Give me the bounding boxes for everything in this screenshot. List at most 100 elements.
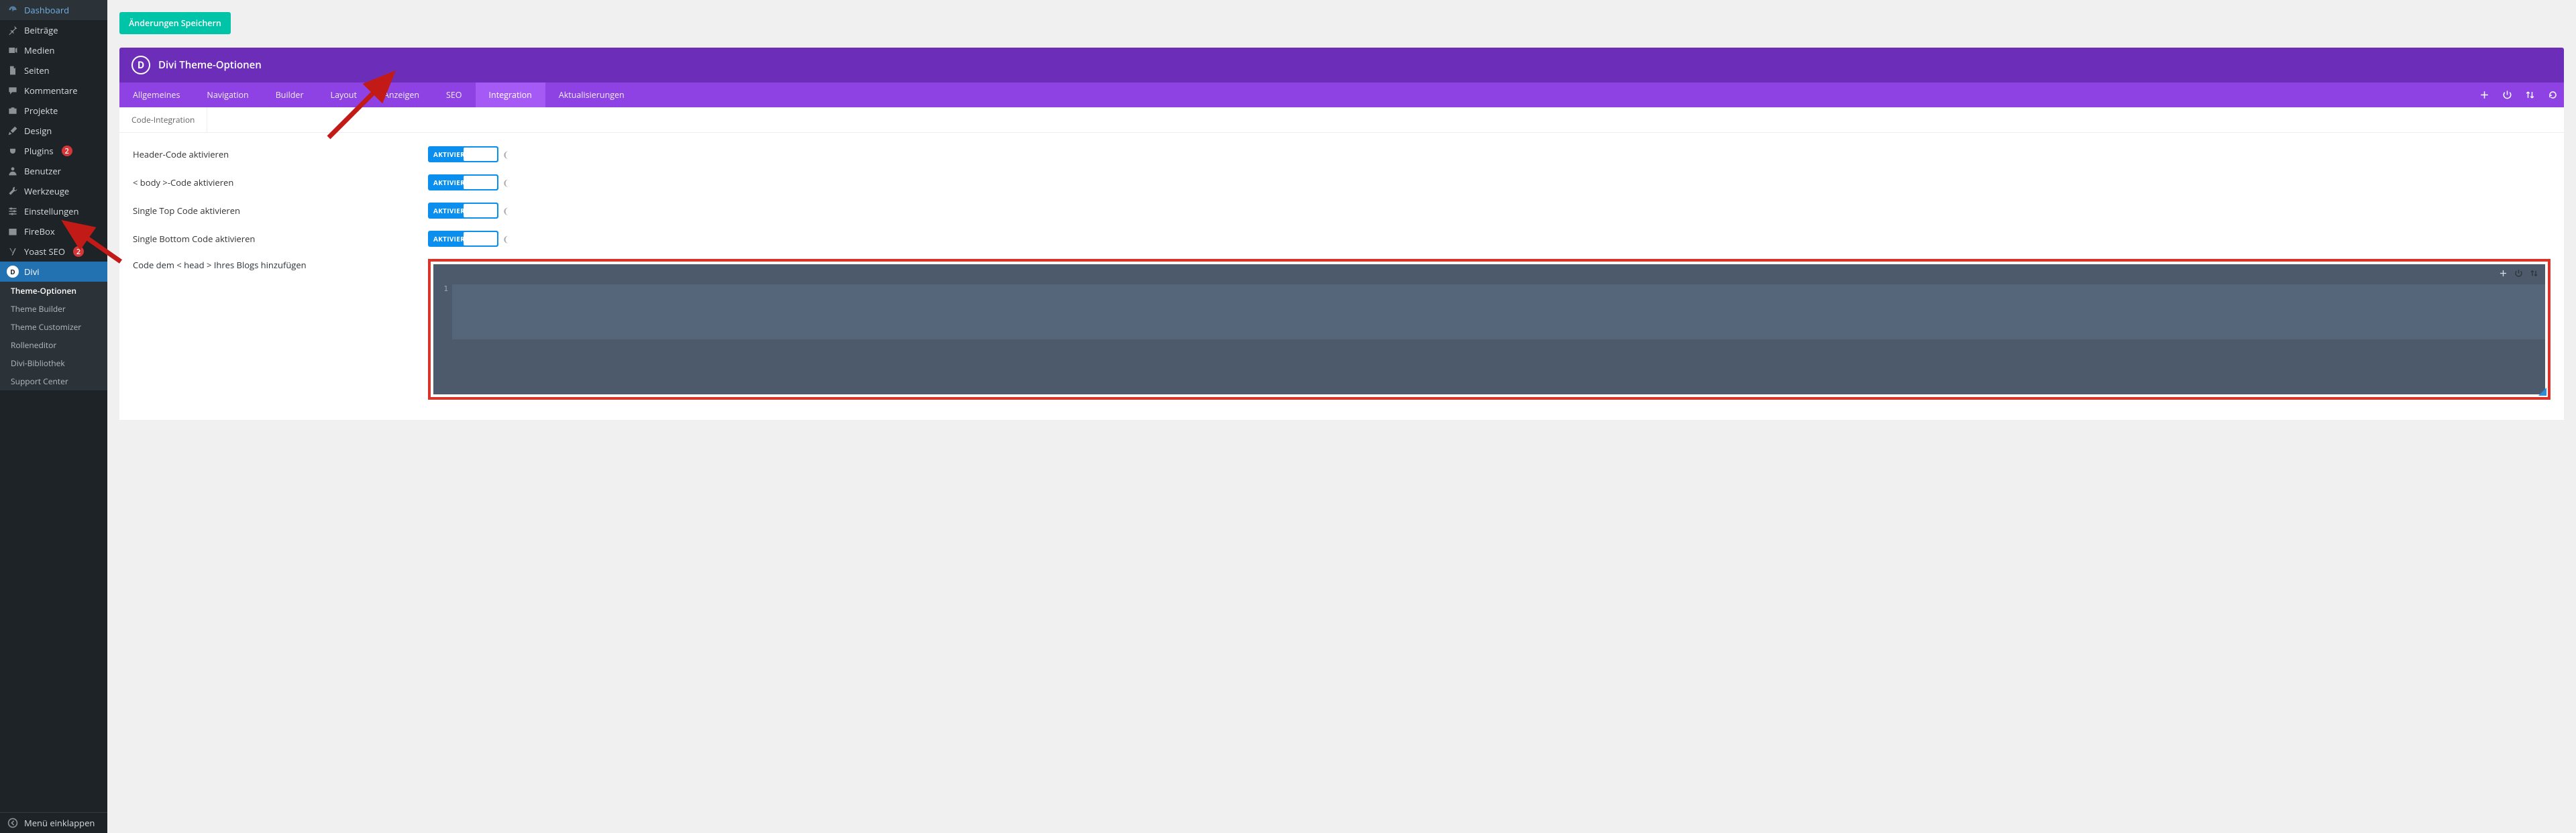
option-row: Single Top Code aktivierenAKTIVIEREN ❨ <box>133 203 2551 219</box>
sidebar-item-label: Divi <box>24 266 40 278</box>
resize-handle-icon[interactable] <box>2538 388 2546 396</box>
option-label: Code dem < head > Ihres Blogs hinzufügen <box>133 259 428 271</box>
help-icon[interactable]: ❨ <box>502 205 509 217</box>
tab-anzeigen[interactable]: Anzeigen <box>370 82 433 107</box>
code-editor-highlight: 1 <box>428 259 2551 400</box>
sidebar-item-seiten[interactable]: Seiten <box>0 60 107 80</box>
option-row: Single Bottom Code aktivierenAKTIVIEREN ❨ <box>133 231 2551 247</box>
option-label: Single Bottom Code aktivieren <box>133 233 428 245</box>
sidebar-item-projekte[interactable]: Projekte <box>0 101 107 121</box>
code-editor-toolbar <box>433 264 2545 282</box>
collapse-menu[interactable]: Menü einklappen <box>0 813 107 833</box>
gauge-icon <box>7 4 19 16</box>
plug-icon <box>7 145 19 157</box>
tab-aktualisierungen[interactable]: Aktualisierungen <box>545 82 638 107</box>
divi-logo-icon: D <box>131 56 150 74</box>
sidebar-item-benutzer[interactable]: Benutzer <box>0 161 107 181</box>
panel-title: Divi Theme-Optionen <box>158 58 262 72</box>
sidebar-item-beiträge[interactable]: Beiträge <box>0 20 107 40</box>
user-icon <box>7 165 19 177</box>
chat-icon <box>7 85 19 97</box>
power-icon[interactable] <box>2496 82 2518 107</box>
sliders-icon <box>7 205 19 217</box>
portfolio-icon <box>7 105 19 117</box>
wrench-icon <box>7 185 19 197</box>
sidebar-item-plugins[interactable]: Plugins2 <box>0 141 107 161</box>
toggle-knob <box>464 204 497 217</box>
sidebar-item-label: Kommentare <box>24 85 78 97</box>
sidebar-item-label: Medien <box>24 44 55 56</box>
main-content: Änderungen Speichern D Divi Theme-Option… <box>107 0 2576 833</box>
option-label: Single Top Code aktivieren <box>133 205 428 217</box>
sidebar-item-label: Projekte <box>24 105 58 117</box>
sidebar-item-einstellungen[interactable]: Einstellungen <box>0 201 107 221</box>
sidebar-item-design[interactable]: Design <box>0 121 107 141</box>
tab-allgemeines[interactable]: Allgemeines <box>119 82 193 107</box>
help-icon[interactable]: ❨ <box>502 233 509 245</box>
subtab-code-integration[interactable]: Code-Integration <box>119 107 207 132</box>
sidebar-item-firebox[interactable]: FireBox <box>0 221 107 241</box>
box-icon <box>7 225 19 237</box>
option-label: < body >-Code aktivieren <box>133 176 428 188</box>
enable-toggle[interactable]: AKTIVIEREN <box>428 146 498 162</box>
media-icon <box>7 44 19 56</box>
code-editor[interactable]: 1 <box>433 282 2545 394</box>
tab-integration[interactable]: Integration <box>476 82 545 107</box>
sub-tab-bar: Code-Integration <box>119 107 2564 133</box>
sidebar-item-werkzeuge[interactable]: Werkzeuge <box>0 181 107 201</box>
editor-power-icon[interactable] <box>2514 269 2523 278</box>
update-badge: 2 <box>62 146 72 156</box>
tab-builder[interactable]: Builder <box>262 82 317 107</box>
editor-updown-icon[interactable] <box>2530 269 2538 278</box>
yoast-icon <box>7 245 19 258</box>
enable-toggle[interactable]: AKTIVIEREN <box>428 203 498 219</box>
sidebar-item-yoast-seo[interactable]: Yoast SEO 2 <box>0 241 107 262</box>
collapse-label: Menü einklappen <box>24 817 95 829</box>
sidebar-subitem-divi-bibliothek[interactable]: Divi-Bibliothek <box>0 354 107 372</box>
reset-icon[interactable] <box>2541 82 2564 107</box>
collapse-icon <box>7 817 19 829</box>
wp-admin-sidebar: Dashboard Beiträge Medien Seiten Kommentare P… <box>0 0 107 833</box>
option-label: Header-Code aktivieren <box>133 148 428 160</box>
toggle-knob <box>464 232 497 245</box>
enable-toggle[interactable]: AKTIVIEREN <box>428 174 498 190</box>
sidebar-item-label: Design <box>24 125 52 137</box>
pin-icon <box>7 24 19 36</box>
sidebar-item-label: FireBox <box>24 225 55 237</box>
sidebar-item-label: Benutzer <box>24 165 61 177</box>
sidebar-subitem-theme-builder[interactable]: Theme Builder <box>0 300 107 318</box>
sidebar-item-label: Dashboard <box>24 4 69 16</box>
sidebar-item-dashboard[interactable]: Dashboard <box>0 0 107 20</box>
brush-icon <box>7 125 19 137</box>
tab-layout[interactable]: Layout <box>317 82 370 107</box>
updown-icon[interactable] <box>2518 82 2541 107</box>
sidebar-subitem-theme-customizer[interactable]: Theme Customizer <box>0 318 107 336</box>
page-icon <box>7 64 19 76</box>
save-changes-button[interactable]: Änderungen Speichern <box>119 12 231 34</box>
help-icon[interactable]: ❨ <box>502 177 509 188</box>
sidebar-subitem-support-center[interactable]: Support Center <box>0 372 107 390</box>
editor-add-icon[interactable] <box>2499 269 2508 278</box>
sidebar-item-divi[interactable]: D Divi <box>0 262 107 282</box>
sidebar-item-label: Seiten <box>24 64 50 76</box>
update-badge: 2 <box>73 246 84 257</box>
tab-seo[interactable]: SEO <box>433 82 476 107</box>
code-gutter: 1 <box>433 282 452 394</box>
option-row: < body >-Code aktivierenAKTIVIEREN ❨ <box>133 174 2551 190</box>
panel-body: Header-Code aktivierenAKTIVIEREN❨< body … <box>119 133 2564 420</box>
enable-toggle[interactable]: AKTIVIEREN <box>428 231 498 247</box>
add-icon[interactable] <box>2473 82 2496 107</box>
sidebar-item-label: Beiträge <box>24 24 58 36</box>
option-row: Header-Code aktivierenAKTIVIEREN ❨ <box>133 146 2551 162</box>
sidebar-item-kommentare[interactable]: Kommentare <box>0 80 107 101</box>
tab-navigation[interactable]: Navigation <box>193 82 262 107</box>
sidebar-item-label: Yoast SEO <box>24 245 65 258</box>
divi-icon: D <box>7 266 19 278</box>
sidebar-subitem-rolleneditor[interactable]: Rolleneditor <box>0 336 107 354</box>
sidebar-item-label: Einstellungen <box>24 205 78 217</box>
help-icon[interactable]: ❨ <box>502 149 509 160</box>
code-line-active <box>452 284 2545 339</box>
sidebar-subitem-theme-optionen[interactable]: Theme-Optionen <box>0 282 107 300</box>
sidebar-item-medien[interactable]: Medien <box>0 40 107 60</box>
toggle-knob <box>464 176 497 189</box>
